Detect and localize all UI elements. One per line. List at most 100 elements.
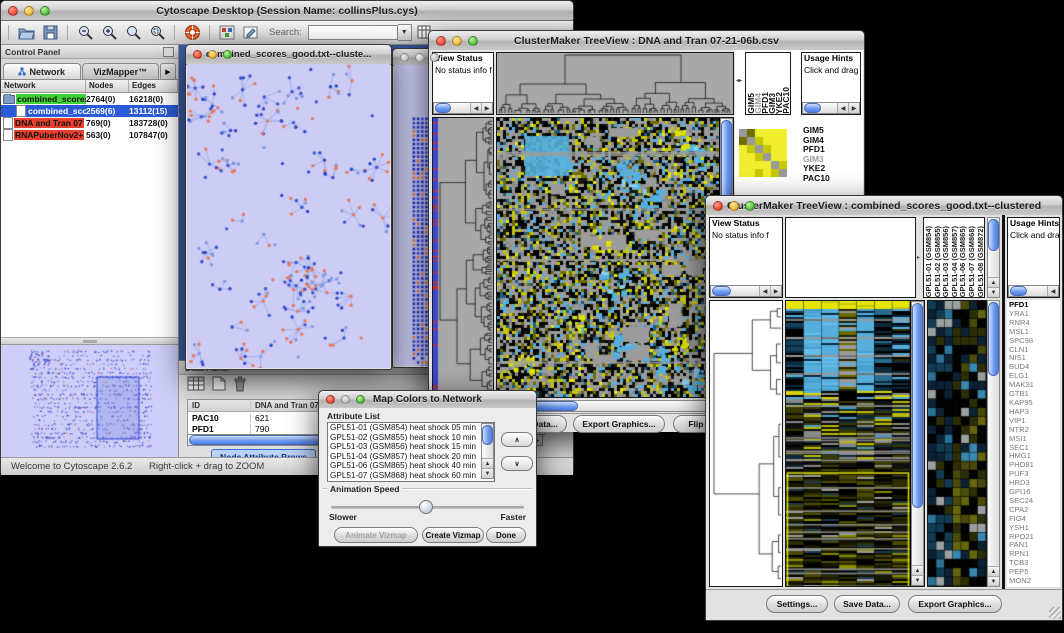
zoom-heatmap[interactable]: [927, 300, 987, 587]
export-graphics-button[interactable]: Export Graphics...: [573, 415, 665, 433]
save-session-icon[interactable]: [40, 23, 60, 42]
scroll-down-icon[interactable]: ▼: [988, 576, 999, 586]
zoom-in-icon[interactable]: [99, 23, 119, 42]
minimize-button[interactable]: [415, 53, 424, 62]
attribute-item[interactable]: GPL51-01 (GSM854) heat shock 05 min: [328, 423, 481, 433]
dialog-title-bar[interactable]: Map Colors to Network: [319, 391, 536, 409]
zoom-button[interactable]: [356, 395, 365, 404]
scroll-left-icon[interactable]: ◀: [837, 103, 848, 113]
view-status-hscrollbar[interactable]: ◀ ▶: [710, 285, 782, 297]
scroll-left-icon[interactable]: ◀: [1047, 286, 1058, 296]
heatmap-combined[interactable]: ▲ ▼: [785, 300, 925, 587]
node-attribute-browser-tab[interactable]: Node Attribute Brows: [211, 449, 316, 457]
close-button[interactable]: [436, 36, 446, 46]
attribute-item[interactable]: GPL51-03 (GSM856) heat shock 15 min: [328, 442, 481, 452]
zoom-fit-icon[interactable]: [147, 23, 167, 42]
close-button[interactable]: [400, 53, 409, 62]
search-input[interactable]: [308, 25, 398, 40]
usage-hints-hscrollbar[interactable]: ◀ ▶: [802, 102, 860, 114]
zoom-button[interactable]: [745, 201, 755, 211]
scroll-up-icon[interactable]: ▲: [912, 565, 923, 575]
zoom-out-icon[interactable]: [75, 23, 95, 42]
minimize-button[interactable]: [208, 50, 217, 59]
zoom-button[interactable]: [468, 36, 478, 46]
attribute-item[interactable]: GPL51-04 (GSM857) heat shock 20 min: [328, 452, 481, 462]
scroll-right-icon[interactable]: ▶: [770, 286, 781, 296]
slider-thumb[interactable]: [419, 500, 433, 514]
heatmap-dna[interactable]: ▲ ▼: [496, 117, 734, 398]
animation-speed-slider[interactable]: [331, 500, 524, 514]
attribute-list-vscrollbar[interactable]: ▲ ▼: [481, 423, 494, 479]
attribute-item[interactable]: GPL51-07 (GSM868) heat shock 60 min: [328, 471, 481, 481]
network-list-row[interactable]: DNA and Tran 07769(0)183728(0): [1, 117, 178, 129]
zoom-selected-icon[interactable]: [123, 23, 143, 42]
column-dendrogram[interactable]: [496, 52, 734, 115]
column-dendrogram[interactable]: [785, 217, 916, 298]
labels-vscrollbar[interactable]: ▲ ▼: [987, 217, 1000, 298]
settings-button[interactable]: Settings...: [766, 595, 828, 613]
move-down-button[interactable]: ∨: [501, 456, 533, 471]
scroll-up-icon[interactable]: ▲: [482, 458, 493, 468]
id-column-header[interactable]: ID: [188, 401, 251, 410]
annotation-icon[interactable]: [241, 23, 261, 42]
treeview-dna-title-bar[interactable]: ClusterMaker TreeView : DNA and Tran 07-…: [429, 31, 864, 51]
network-list-row[interactable]: RNAPuberNov2+563(0)107847(0): [1, 129, 178, 141]
tab-vizmapper[interactable]: VizMapper™: [82, 63, 160, 79]
close-button[interactable]: [8, 6, 18, 16]
animate-vizmap-button[interactable]: Animate Vizmap: [334, 527, 418, 543]
zoom-button[interactable]: [223, 50, 232, 59]
birdseye-overview[interactable]: [1, 345, 178, 457]
minimize-button[interactable]: [452, 36, 462, 46]
help-lifering-icon[interactable]: [182, 23, 202, 42]
export-graphics-button[interactable]: Export Graphics...: [908, 595, 1002, 613]
minimize-button[interactable]: [729, 201, 739, 211]
splitter-arrows-icon[interactable]: ◂▸: [736, 78, 742, 84]
done-button[interactable]: Done: [486, 527, 526, 543]
zoom-vscrollbar[interactable]: ▲ ▼: [987, 300, 1000, 587]
create-vizmap-button[interactable]: Create Vizmap: [422, 527, 484, 543]
zoom-button[interactable]: [40, 6, 50, 16]
scroll-down-icon[interactable]: ▼: [912, 575, 923, 585]
new-attribute-icon[interactable]: [212, 376, 226, 396]
minimize-button[interactable]: [24, 6, 34, 16]
vizmapper-icon[interactable]: [217, 23, 237, 42]
scroll-left-icon[interactable]: ◀: [759, 286, 770, 296]
network-canvas-area[interactable]: [187, 64, 390, 368]
scroll-up-icon[interactable]: ▲: [988, 277, 999, 287]
network-list-row[interactable]: combined_scores2764(0)16218(0): [1, 93, 178, 105]
cluster-mini-heatmap[interactable]: [739, 129, 787, 177]
resize-grip[interactable]: [1049, 607, 1061, 619]
network-title-bar[interactable]: combined_scores_good.txt--cluste...: [186, 45, 391, 65]
save-data-button[interactable]: Save Data...: [834, 595, 900, 613]
scroll-left-icon[interactable]: ◀: [470, 103, 481, 113]
attribute-item[interactable]: GPL51-02 (GSM855) heat shock 10 min: [328, 433, 481, 443]
attribute-item[interactable]: GPL51-06 (GSM865) heat shock 40 min: [328, 461, 481, 471]
row-dendrogram[interactable]: [709, 300, 783, 587]
open-file-icon[interactable]: [16, 23, 36, 42]
network-list-row[interactable]: combined_sco2569(6)13112(15): [1, 105, 178, 117]
more-tabs-button[interactable]: ▶: [160, 63, 176, 79]
heatmap-vscrollbar[interactable]: ▲ ▼: [911, 301, 924, 586]
panel-splitter[interactable]: [1, 338, 178, 345]
splitter-arrows-icon[interactable]: ▸: [917, 255, 920, 261]
usage-hints-hscrollbar[interactable]: ◀: [1008, 285, 1059, 297]
tab-network[interactable]: Network: [3, 63, 81, 79]
close-button[interactable]: [193, 50, 202, 59]
delete-attribute-icon[interactable]: [233, 376, 247, 397]
scroll-down-icon[interactable]: ▼: [482, 468, 493, 478]
row-dendrogram[interactable]: [432, 117, 494, 398]
float-panel-icon[interactable]: [163, 47, 174, 57]
close-button[interactable]: [326, 395, 335, 404]
minimize-button[interactable]: [341, 395, 350, 404]
scroll-up-icon[interactable]: ▲: [988, 566, 999, 576]
move-up-button[interactable]: ∧: [501, 432, 533, 447]
scroll-right-icon[interactable]: ▶: [481, 103, 492, 113]
view-status-hscrollbar[interactable]: ◀ ▶: [433, 102, 493, 114]
treeview-combined-title-bar[interactable]: ClusterMaker TreeView : combined_scores_…: [706, 196, 1062, 216]
attribute-table-icon[interactable]: [187, 376, 205, 396]
scroll-down-icon[interactable]: ▼: [988, 287, 999, 297]
close-button[interactable]: [713, 201, 723, 211]
zoom-button[interactable]: [430, 53, 439, 62]
scroll-right-icon[interactable]: ▶: [848, 103, 859, 113]
search-dropdown-icon[interactable]: ▼: [398, 24, 412, 41]
